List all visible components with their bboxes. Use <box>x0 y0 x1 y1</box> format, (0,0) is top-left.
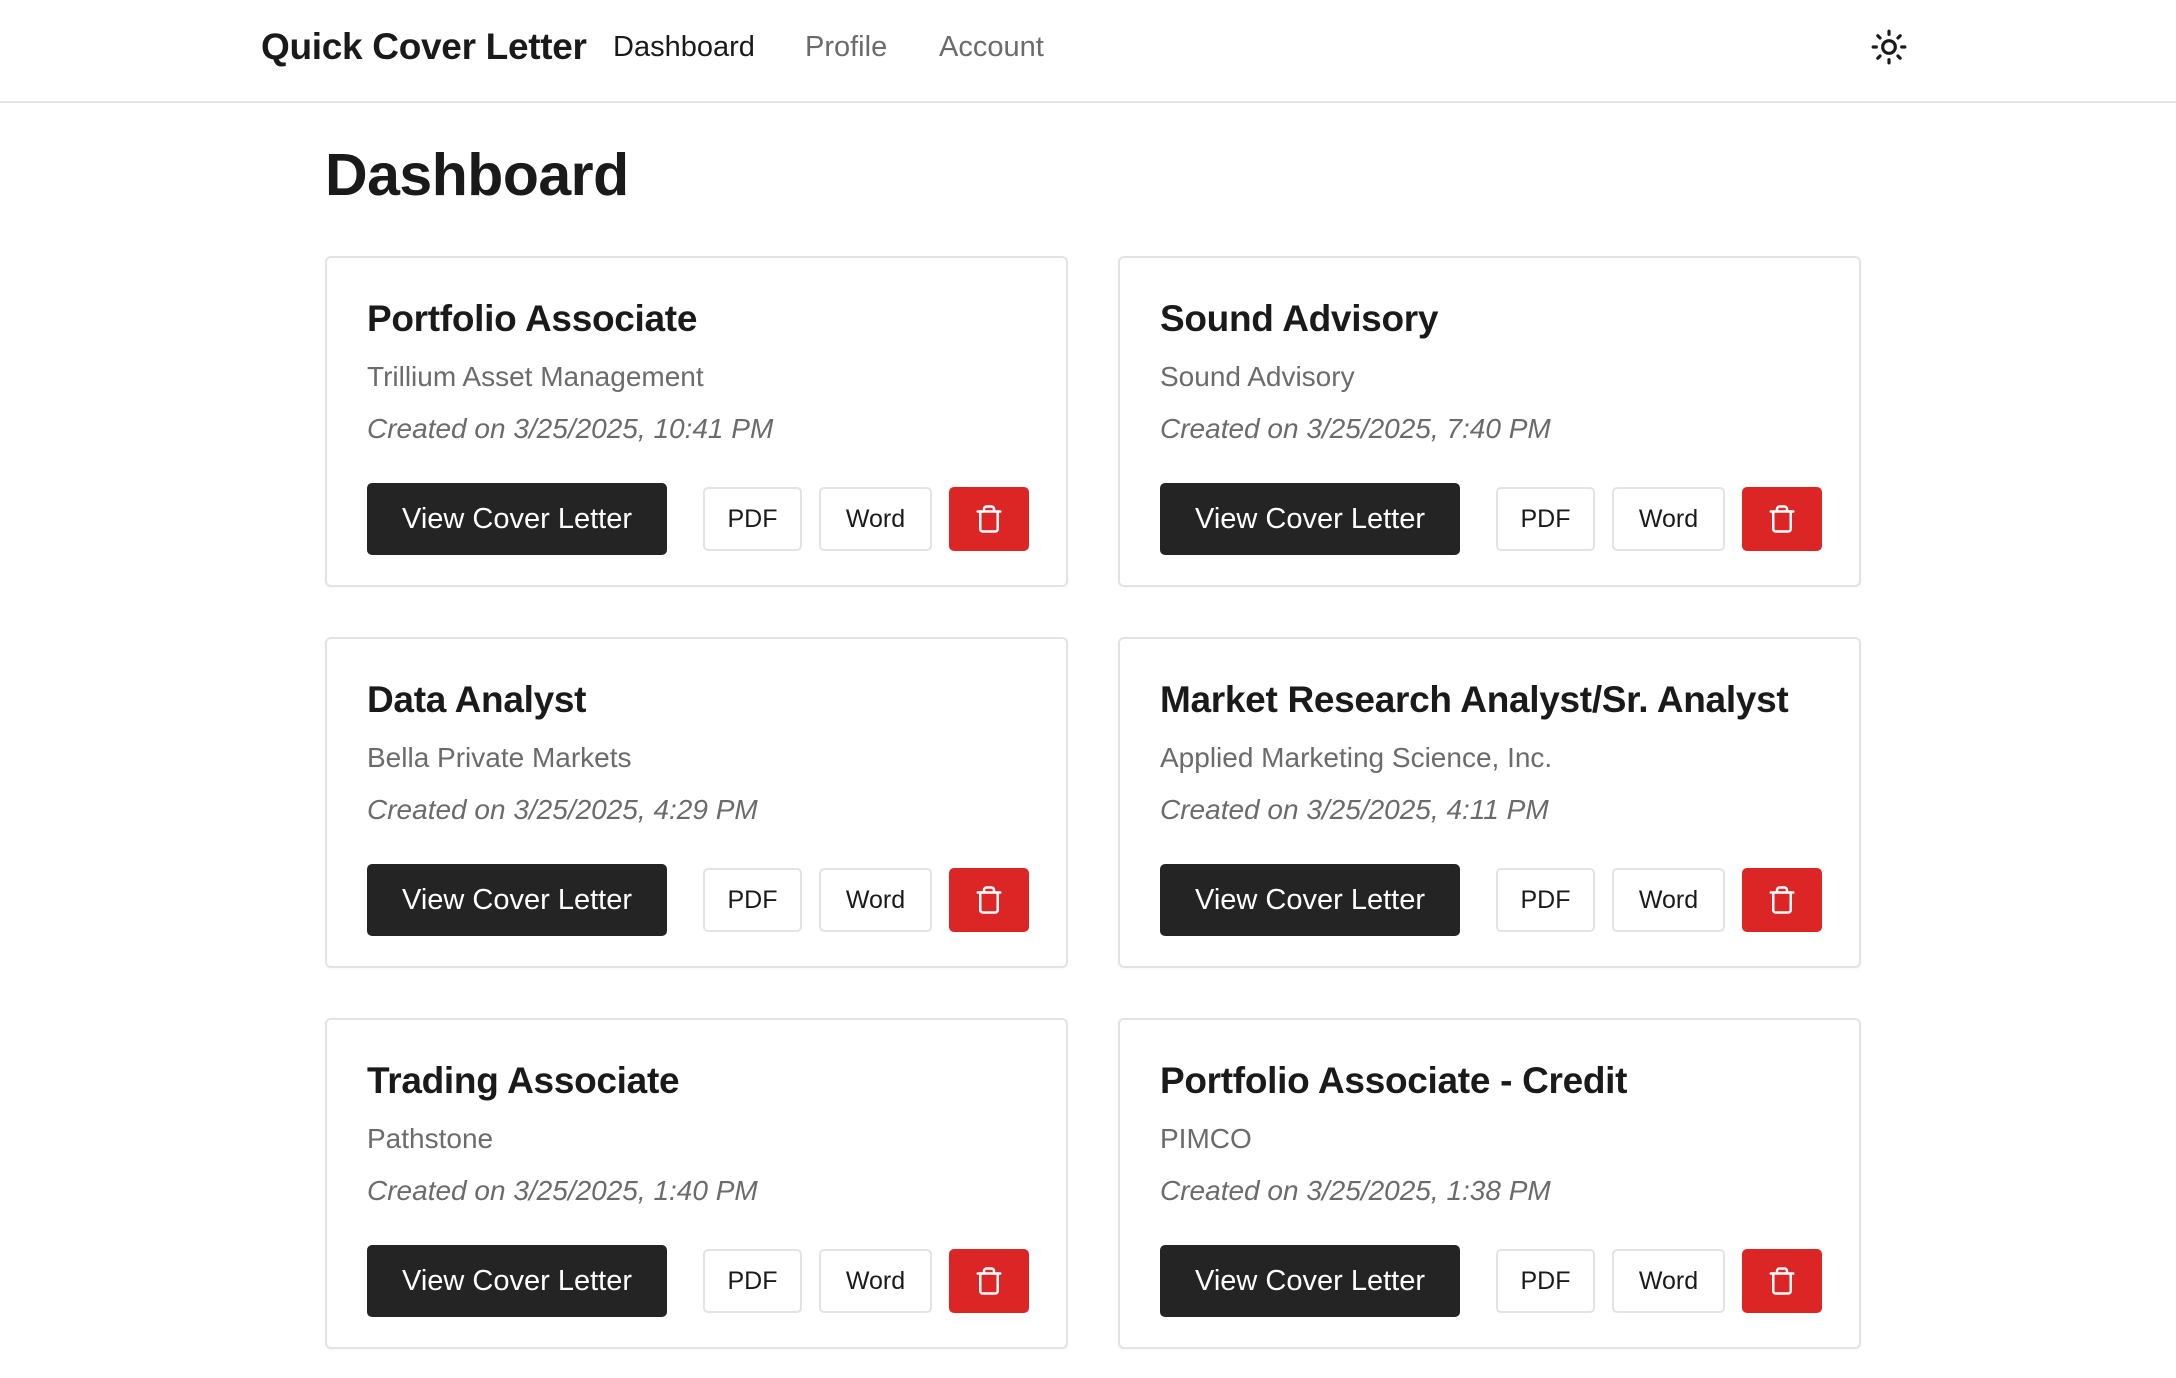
card-job-title: Portfolio Associate <box>367 298 698 339</box>
card-created-date: Created on 3/25/2025, 1:40 PM <box>367 1175 758 1206</box>
card-created-date: Created on 3/25/2025, 1:38 PM <box>1160 1175 1551 1206</box>
card-company: Bella Private Markets <box>367 742 632 773</box>
card-company: Trillium Asset Management <box>367 361 704 392</box>
trash-icon <box>1769 505 1795 533</box>
theme-toggle-button[interactable] <box>1864 22 1914 72</box>
download-word-button[interactable]: Word <box>1612 868 1725 932</box>
delete-button[interactable] <box>949 868 1029 932</box>
download-pdf-button[interactable]: PDF <box>703 487 802 551</box>
brand-logo[interactable]: Quick Cover Letter <box>261 24 587 70</box>
view-cover-letter-button[interactable]: View Cover Letter <box>1160 864 1460 936</box>
cover-letter-card: Trading Associate Pathstone Created on 3… <box>325 1018 1068 1349</box>
trash-icon <box>976 1267 1002 1295</box>
cover-letter-grid: Portfolio Associate Trillium Asset Manag… <box>325 256 1861 1349</box>
download-word-button[interactable]: Word <box>819 868 932 932</box>
cover-letter-card: Data Analyst Bella Private Markets Creat… <box>325 637 1068 968</box>
cover-letter-card: Sound Advisory Sound Advisory Created on… <box>1118 256 1861 587</box>
sun-icon <box>1871 29 1907 65</box>
view-cover-letter-button[interactable]: View Cover Letter <box>367 1245 667 1317</box>
card-job-title: Sound Advisory <box>1160 298 1439 339</box>
download-word-button[interactable]: Word <box>1612 487 1725 551</box>
download-pdf-button[interactable]: PDF <box>703 1249 802 1313</box>
view-cover-letter-button[interactable]: View Cover Letter <box>367 864 667 936</box>
top-navbar: Quick Cover Letter Dashboard Profile Acc… <box>0 0 2176 103</box>
download-pdf-button[interactable]: PDF <box>1496 1249 1595 1313</box>
cover-letter-card: Market Research Analyst/Sr. Analyst Appl… <box>1118 637 1861 968</box>
card-job-title: Data Analyst <box>367 679 587 720</box>
download-word-button[interactable]: Word <box>819 1249 932 1313</box>
card-company: PIMCO <box>1160 1123 1252 1154</box>
view-cover-letter-button[interactable]: View Cover Letter <box>1160 483 1460 555</box>
card-created-date: Created on 3/25/2025, 4:11 PM <box>1160 794 1549 825</box>
nav-link-profile[interactable]: Profile <box>805 28 887 66</box>
download-word-button[interactable]: Word <box>1612 1249 1725 1313</box>
download-word-button[interactable]: Word <box>819 487 932 551</box>
cover-letter-card: Portfolio Associate - Credit PIMCO Creat… <box>1118 1018 1861 1349</box>
card-job-title: Market Research Analyst/Sr. Analyst <box>1160 679 1789 720</box>
card-created-date: Created on 3/25/2025, 10:41 PM <box>367 413 774 444</box>
card-job-title: Trading Associate <box>367 1060 680 1101</box>
trash-icon <box>976 886 1002 914</box>
trash-icon <box>1769 1267 1795 1295</box>
delete-button[interactable] <box>1742 1249 1822 1313</box>
card-created-date: Created on 3/25/2025, 7:40 PM <box>1160 413 1551 444</box>
download-pdf-button[interactable]: PDF <box>703 868 802 932</box>
card-company: Applied Marketing Science, Inc. <box>1160 742 1553 773</box>
card-job-title: Portfolio Associate - Credit <box>1160 1060 1628 1101</box>
download-pdf-button[interactable]: PDF <box>1496 487 1595 551</box>
page-title: Dashboard <box>325 142 629 208</box>
download-pdf-button[interactable]: PDF <box>1496 868 1595 932</box>
card-company: Pathstone <box>367 1123 494 1154</box>
nav-link-dashboard[interactable]: Dashboard <box>613 28 755 66</box>
delete-button[interactable] <box>949 487 1029 551</box>
delete-button[interactable] <box>1742 868 1822 932</box>
view-cover-letter-button[interactable]: View Cover Letter <box>367 483 667 555</box>
delete-button[interactable] <box>1742 487 1822 551</box>
card-company: Sound Advisory <box>1160 361 1355 392</box>
card-created-date: Created on 3/25/2025, 4:29 PM <box>367 794 758 825</box>
nav-link-account[interactable]: Account <box>939 28 1044 66</box>
trash-icon <box>1769 886 1795 914</box>
cover-letter-card: Portfolio Associate Trillium Asset Manag… <box>325 256 1068 587</box>
trash-icon <box>976 505 1002 533</box>
delete-button[interactable] <box>949 1249 1029 1313</box>
view-cover-letter-button[interactable]: View Cover Letter <box>1160 1245 1460 1317</box>
